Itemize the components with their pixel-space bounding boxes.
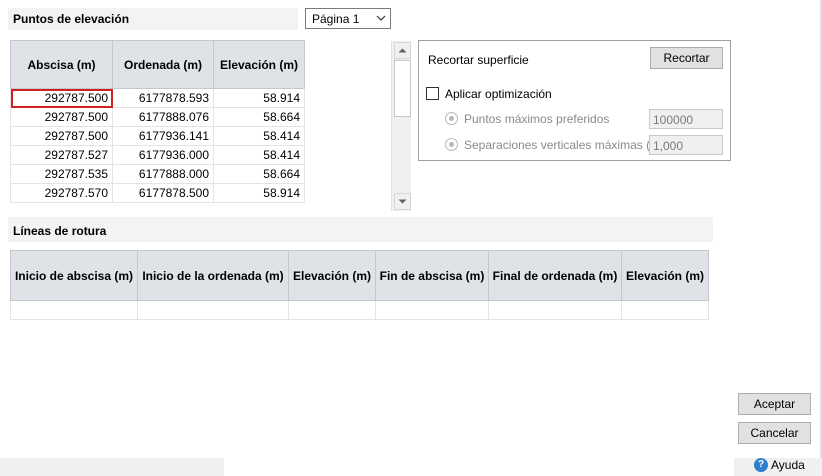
elevation-points-title: Puntos de elevación — [13, 12, 130, 26]
preferred-points-input[interactable]: 100000 — [649, 109, 723, 129]
cell-abscisa[interactable]: 292787.500 — [10, 107, 113, 127]
bottom-bar-spacer — [224, 458, 734, 476]
table-row[interactable]: 292787.500 6177878.593 58.914 — [10, 88, 305, 108]
arrow-up-icon — [398, 48, 407, 53]
table-row[interactable]: 292787.570 6177878.500 58.914 — [10, 183, 305, 203]
page-select-value: Página 1 — [312, 12, 360, 26]
vertical-separation-label: Separaciones verticales máximas (m) — [464, 138, 665, 152]
column-header-start-abscissa[interactable]: Inicio de abscisa (m) — [10, 250, 138, 301]
empty-cell[interactable] — [488, 300, 622, 320]
crop-button[interactable]: Recortar — [650, 47, 723, 69]
cell-abscisa[interactable]: 292787.527 — [10, 145, 113, 165]
cell-abscisa[interactable]: 292787.570 — [10, 183, 113, 203]
column-header-abscisa[interactable]: Abscisa (m) — [10, 40, 113, 89]
help-link[interactable]: ? Ayuda — [754, 456, 805, 474]
empty-cell[interactable] — [621, 300, 709, 320]
column-header-end-abscissa[interactable]: Fin de abscisa (m) — [375, 250, 489, 301]
empty-cell[interactable] — [375, 300, 489, 320]
scroll-down-button[interactable] — [394, 193, 411, 210]
elevation-table-scrollbar[interactable] — [391, 41, 411, 211]
vertical-separation-input[interactable]: 1,000 — [649, 135, 723, 155]
table-row[interactable]: 292787.535 6177888.000 58.664 — [10, 164, 305, 184]
scroll-up-button[interactable] — [394, 42, 411, 59]
apply-optimization-checkbox[interactable] — [426, 87, 439, 100]
empty-cell[interactable] — [288, 300, 376, 320]
crop-surface-panel: Recortar superficie Recortar Aplicar opt… — [418, 40, 731, 161]
cancel-button[interactable]: Cancelar — [738, 422, 811, 444]
column-header-end-ordinate[interactable]: Final de ordenada (m) — [488, 250, 622, 301]
elevation-points-table: Abscisa (m) Ordenada (m) Elevación (m) 2… — [10, 40, 305, 203]
cell-ordenada[interactable]: 6177878.500 — [112, 183, 214, 203]
cell-elevacion[interactable]: 58.664 — [213, 164, 305, 184]
chevron-down-icon — [376, 15, 386, 21]
column-header-start-ordinate[interactable]: Inicio de la ordenada (m) — [137, 250, 289, 301]
table-row[interactable] — [10, 300, 709, 320]
column-header-elevation-2[interactable]: Elevación (m) — [621, 250, 709, 301]
column-header-elevation-1[interactable]: Elevación (m) — [288, 250, 376, 301]
help-label: Ayuda — [771, 458, 805, 472]
table-row[interactable]: 292787.500 6177888.076 58.664 — [10, 107, 305, 127]
preferred-points-radio[interactable] — [445, 112, 458, 125]
column-header-ordenada[interactable]: Ordenada (m) — [112, 40, 214, 89]
cell-elevacion[interactable]: 58.414 — [213, 126, 305, 146]
breaklines-table: Inicio de abscisa (m) Inicio de la orden… — [10, 250, 709, 320]
table-row[interactable]: 292787.527 6177936.000 58.414 — [10, 145, 305, 165]
arrow-down-icon — [398, 199, 407, 204]
accept-button[interactable]: Aceptar — [738, 393, 811, 415]
column-header-elevacion[interactable]: Elevación (m) — [213, 40, 305, 89]
cell-ordenada[interactable]: 6177936.000 — [112, 145, 214, 165]
cell-abscisa[interactable]: 292787.500 — [10, 126, 113, 146]
empty-cell[interactable] — [137, 300, 289, 320]
vertical-separation-radio[interactable] — [445, 138, 458, 151]
cell-elevacion[interactable]: 58.914 — [213, 88, 305, 108]
breaklines-title: Líneas de rotura — [13, 224, 107, 238]
cell-ordenada[interactable]: 6177888.000 — [112, 164, 214, 184]
preferred-points-label: Puntos máximos preferidos — [464, 112, 610, 126]
scroll-thumb[interactable] — [394, 60, 411, 117]
cell-abscisa[interactable]: 292787.500 — [10, 88, 113, 108]
cell-elevacion[interactable]: 58.914 — [213, 183, 305, 203]
empty-cell[interactable] — [10, 300, 138, 320]
cell-ordenada[interactable]: 6177878.593 — [112, 88, 214, 108]
table-row[interactable]: 292787.500 6177936.141 58.414 — [10, 126, 305, 146]
cell-abscisa[interactable]: 292787.535 — [10, 164, 113, 184]
cell-ordenada[interactable]: 6177888.076 — [112, 107, 214, 127]
breaklines-section-band — [8, 217, 713, 242]
cell-ordenada[interactable]: 6177936.141 — [112, 126, 214, 146]
help-icon: ? — [754, 458, 768, 472]
cell-elevacion[interactable]: 58.664 — [213, 107, 305, 127]
apply-optimization-label: Aplicar optimización — [445, 87, 552, 101]
cell-elevacion[interactable]: 58.414 — [213, 145, 305, 165]
crop-surface-label: Recortar superficie — [428, 53, 529, 67]
page-select[interactable]: Página 1 — [305, 8, 391, 29]
